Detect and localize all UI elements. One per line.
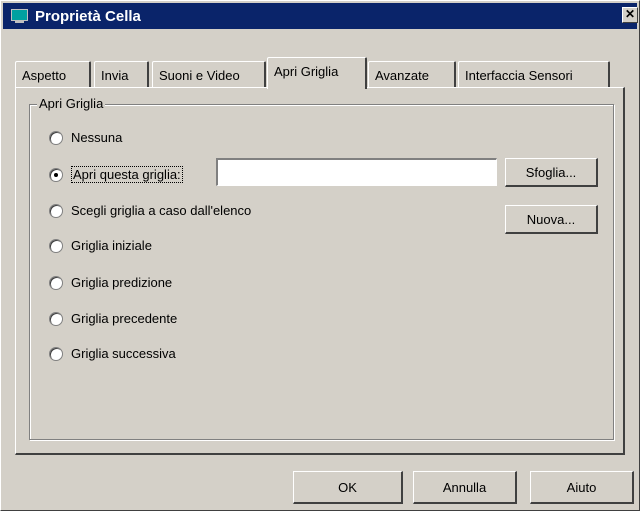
radio-button[interactable] xyxy=(49,130,63,145)
radio-button[interactable] xyxy=(49,238,63,253)
radio-button[interactable] xyxy=(49,346,63,361)
radio-button[interactable] xyxy=(49,167,63,182)
tab-apri-griglia[interactable]: Apri Griglia xyxy=(267,57,367,89)
tab-invia[interactable]: Invia xyxy=(94,61,149,87)
computer-screen-icon xyxy=(9,8,29,24)
tab-aspetto[interactable]: Aspetto xyxy=(15,61,91,87)
tab-avanzate[interactable]: Avanzate xyxy=(368,61,456,87)
title-bar[interactable]: Proprietà Cella ✕ xyxy=(3,3,638,29)
radio-label: Griglia predizione xyxy=(71,275,173,290)
close-icon[interactable]: ✕ xyxy=(622,7,638,23)
radio-button[interactable] xyxy=(49,275,63,290)
radio-button[interactable] xyxy=(49,311,63,326)
radio-label: Apri questa griglia: xyxy=(71,166,183,183)
radio-griglia-precedente[interactable]: Griglia precedente xyxy=(49,311,177,326)
radio-griglia-predizione[interactable]: Griglia predizione xyxy=(49,275,172,290)
new-button[interactable]: Nuova... xyxy=(505,205,598,234)
radio-label: Griglia precedente xyxy=(71,311,178,326)
radio-griglia-successiva[interactable]: Griglia successiva xyxy=(49,346,176,361)
radio-nessuna[interactable]: Nessuna xyxy=(49,130,122,145)
radio-label: Scegli griglia a caso dall'elenco xyxy=(71,203,252,218)
properties-dialog: Proprietà Cella ✕ Aspetto Invia Suoni e … xyxy=(0,0,640,511)
radio-label: Griglia successiva xyxy=(71,346,176,361)
tab-interfaccia-sensori[interactable]: Interfaccia Sensori xyxy=(458,61,610,87)
help-button[interactable]: Aiuto xyxy=(530,471,634,504)
browse-button[interactable]: Sfoglia... xyxy=(505,158,598,187)
group-label: Apri Griglia xyxy=(37,96,106,111)
tab-suoni-video[interactable]: Suoni e Video xyxy=(152,61,266,87)
radio-apri-questa-griglia[interactable]: Apri questa griglia: xyxy=(49,166,183,183)
radio-griglia-iniziale[interactable]: Griglia iniziale xyxy=(49,238,152,253)
window-title: Proprietà Cella xyxy=(35,7,141,25)
radio-button[interactable] xyxy=(49,203,63,218)
ok-button[interactable]: OK xyxy=(293,471,403,504)
radio-label: Griglia iniziale xyxy=(71,238,152,253)
cancel-button[interactable]: Annulla xyxy=(413,471,517,504)
radio-scegli-a-caso[interactable]: Scegli griglia a caso dall'elenco xyxy=(49,203,251,218)
grid-path-input[interactable] xyxy=(216,158,497,186)
group-box xyxy=(29,104,614,440)
radio-label: Nessuna xyxy=(71,130,123,145)
